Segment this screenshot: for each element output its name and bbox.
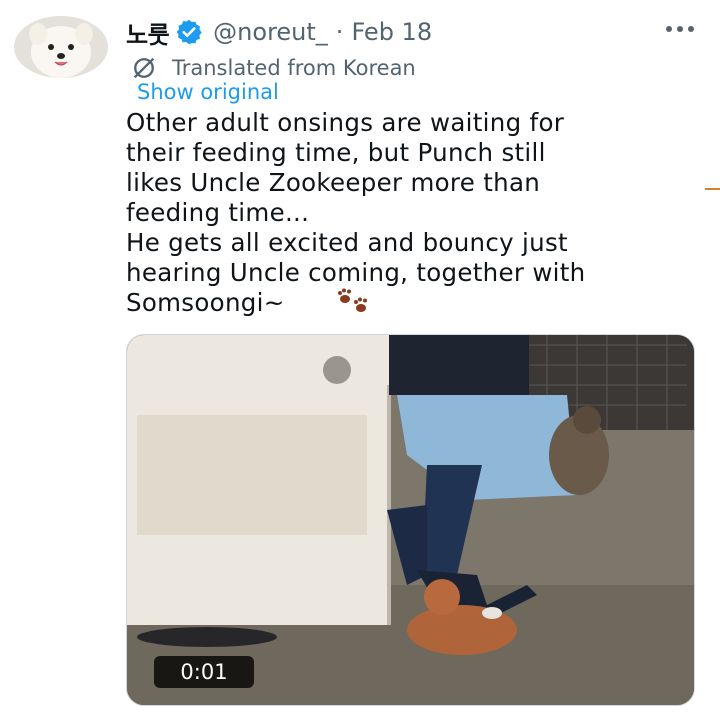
video-player[interactable]	[126, 334, 695, 706]
author-name[interactable]: 노룻	[126, 15, 170, 50]
video-thumbnail	[127, 335, 694, 705]
dog-avatar-icon	[14, 16, 108, 78]
tweet-date[interactable]: Feb 18	[351, 18, 432, 46]
tweet-text: Other adult onsings are waiting for thei…	[126, 108, 586, 317]
tweet-header: 노룻 @noreut_ · Feb 18	[126, 14, 432, 50]
translation-notice: Translated from Korean	[130, 55, 416, 81]
translated-label: Translated from Korean	[172, 56, 416, 80]
separator-dot: ·	[335, 18, 344, 46]
author-handle[interactable]: @noreut_	[213, 18, 328, 46]
verified-badge-icon	[176, 19, 202, 45]
translate-icon	[133, 57, 155, 79]
avatar[interactable]	[14, 16, 108, 78]
more-options-icon[interactable]	[666, 26, 694, 32]
edge-decoration	[705, 188, 720, 190]
show-original-link[interactable]: Show original	[137, 80, 279, 104]
paw-prints-icon	[338, 288, 367, 312]
video-duration-badge: 0:01	[154, 656, 254, 688]
